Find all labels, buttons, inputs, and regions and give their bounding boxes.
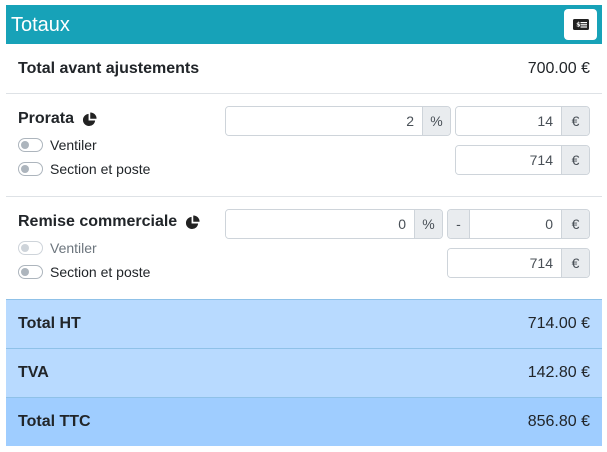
- remise-section-poste-toggle-row[interactable]: Section et poste: [18, 264, 150, 280]
- prorata-total-group: €: [455, 145, 590, 175]
- prorata-section: Prorata Ventiler Section et poste % € €: [6, 94, 602, 197]
- svg-text:$: $: [576, 22, 580, 29]
- toggle-label: Ventiler: [50, 240, 97, 256]
- euro-addon: €: [561, 146, 589, 174]
- prorata-title-label: Prorata: [18, 110, 75, 127]
- pie-chart-icon[interactable]: [185, 214, 200, 230]
- toggle-switch[interactable]: [18, 138, 43, 152]
- euro-addon: €: [561, 107, 589, 135]
- pie-chart-icon[interactable]: [82, 111, 97, 127]
- prorata-amount-group: €: [455, 106, 590, 136]
- toggle-switch[interactable]: [18, 162, 43, 176]
- percent-addon: %: [414, 210, 442, 238]
- total-ttc-value: 856.80 €: [527, 413, 590, 430]
- remise-total-group: €: [447, 248, 590, 278]
- prorata-amount-input[interactable]: [456, 107, 561, 135]
- toggle-switch[interactable]: [18, 265, 43, 279]
- header-title: Totaux: [11, 14, 70, 36]
- prorata-total-input[interactable]: [456, 146, 561, 174]
- tva-value: 142.80 €: [527, 364, 590, 381]
- prorata-title: Prorata: [18, 110, 97, 128]
- remise-title: Remise commerciale: [18, 213, 200, 231]
- toggle-label: Ventiler: [50, 137, 97, 153]
- remise-ventiler-toggle-row: Ventiler: [18, 240, 97, 256]
- total-ttc-row: Total TTC 856.80 €: [6, 397, 602, 446]
- percent-addon: %: [422, 107, 450, 135]
- totals-panel: Totaux $ Total avant ajustements 700.00 …: [6, 5, 602, 446]
- euro-addon: €: [561, 249, 589, 277]
- totals-header: Totaux $: [6, 5, 602, 44]
- toggle-label: Section et poste: [50, 264, 151, 280]
- total-ttc-label: Total TTC: [18, 413, 91, 430]
- minus-addon: -: [448, 210, 470, 238]
- prorata-ventiler-toggle-row[interactable]: Ventiler: [18, 137, 97, 153]
- remise-percent-group: %: [225, 209, 443, 239]
- money-bill-button[interactable]: $: [564, 9, 597, 40]
- remise-section: Remise commerciale Ventiler Section et p…: [6, 197, 602, 300]
- remise-title-label: Remise commerciale: [18, 213, 178, 230]
- euro-addon: €: [561, 210, 589, 238]
- money-bill-list-icon: $: [572, 19, 589, 30]
- remise-total-input[interactable]: [448, 249, 561, 277]
- prorata-percent-input[interactable]: [226, 107, 422, 135]
- total-before-value: 700.00 €: [527, 60, 590, 77]
- tva-label: TVA: [18, 364, 49, 381]
- total-ht-label: Total HT: [18, 315, 81, 332]
- remise-amount-group: - €: [447, 209, 590, 239]
- prorata-percent-group: %: [225, 106, 451, 136]
- total-ht-row: Total HT 714.00 €: [6, 299, 602, 348]
- remise-percent-input[interactable]: [226, 210, 414, 238]
- remise-amount-input[interactable]: [470, 210, 561, 238]
- toggle-switch: [18, 241, 43, 255]
- total-before-adjustments-row: Total avant ajustements 700.00 €: [6, 44, 602, 94]
- prorata-section-poste-toggle-row[interactable]: Section et poste: [18, 161, 150, 177]
- total-before-label: Total avant ajustements: [18, 60, 200, 77]
- toggle-label: Section et poste: [50, 161, 151, 177]
- tva-row: TVA 142.80 €: [6, 348, 602, 397]
- total-ht-value: 714.00 €: [527, 315, 590, 332]
